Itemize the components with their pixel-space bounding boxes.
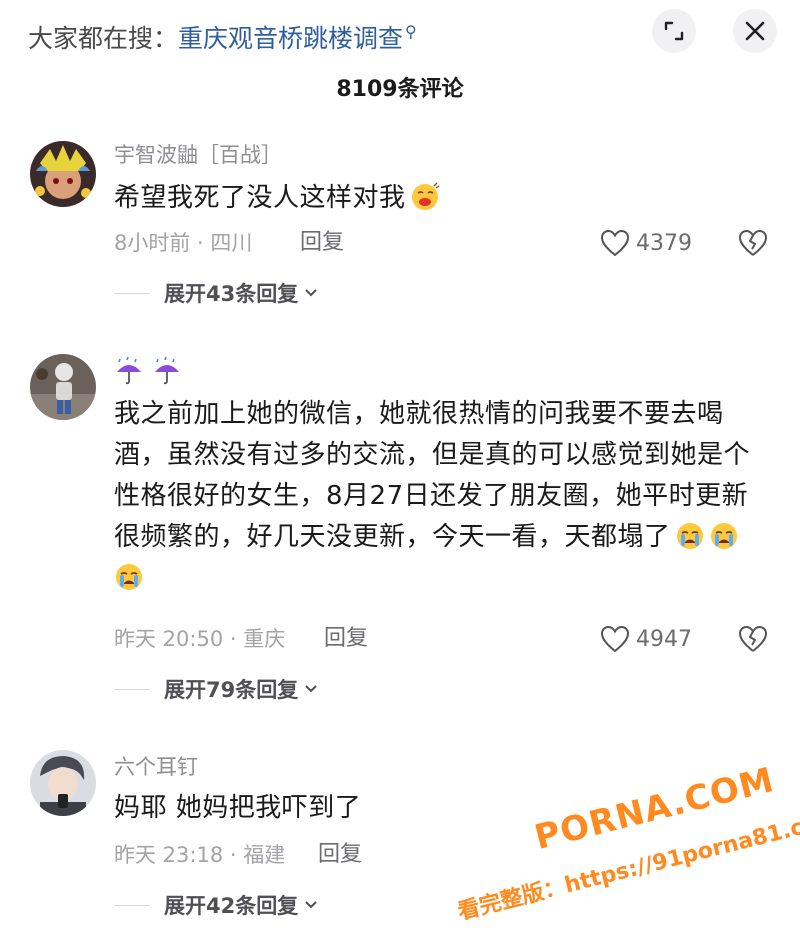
- avatar-image: [30, 141, 96, 207]
- close-button[interactable]: [733, 9, 777, 53]
- like-button[interactable]: 4379: [600, 227, 692, 259]
- expand-replies-label: 展开43条回复: [164, 282, 299, 306]
- comment-text-body: 希望我死了没人这样对我: [114, 183, 406, 213]
- avatar[interactable]: [30, 141, 96, 207]
- umbrella-rain-icon: [155, 356, 179, 385]
- expand-replies-label: 展开42条回复: [164, 894, 299, 918]
- username[interactable]: 宇智波鼬［百战］: [114, 140, 282, 170]
- avatar-image: [30, 354, 96, 420]
- expand-replies-button[interactable]: 展开42条回复: [114, 890, 318, 920]
- comment-meta: 昨天 20:50 · 重庆: [114, 627, 286, 651]
- search-icon: ⚲: [405, 22, 417, 41]
- comment-meta: 昨天 23:18 · 福建: [114, 843, 286, 867]
- comment-meta: 8小时前 · 四川: [114, 231, 253, 255]
- broken-heart-icon[interactable]: [737, 229, 769, 257]
- divider: [114, 688, 150, 690]
- search-prefix: 大家都在搜：: [28, 24, 179, 53]
- divider: [114, 904, 150, 906]
- comment-text-body: 我之前加上她的微信，她就很热情的问我要不要去喝酒，虽然没有过多的交流，但是真的可…: [114, 399, 751, 552]
- comment-count: 8109条评论: [336, 77, 464, 102]
- kiss-emoji-icon: [411, 182, 439, 210]
- username-text: 宇智波鼬［百战: [114, 143, 261, 167]
- avatar[interactable]: [30, 354, 96, 420]
- close-icon: [745, 21, 765, 41]
- expand-replies-label: 展开79条回复: [164, 678, 299, 702]
- comments-page: 大家都在搜：重庆观音桥跳楼调查 ⚲ 8109条评论 宇智波鼬［百战］ 希望我死了…: [0, 0, 800, 937]
- chevron-down-icon: [305, 685, 317, 693]
- search-suggestion[interactable]: 大家都在搜：重庆观音桥跳楼调查 ⚲: [28, 14, 417, 57]
- avatar[interactable]: [30, 750, 96, 816]
- like-button[interactable]: 4947: [600, 623, 692, 655]
- username[interactable]: 六个耳钉: [114, 752, 198, 782]
- umbrella-rain-icon: [117, 356, 141, 385]
- expand-replies-button[interactable]: 展开43条回复: [114, 278, 318, 308]
- expand-button[interactable]: [652, 9, 696, 53]
- search-term-link[interactable]: 重庆观音桥跳楼调查: [178, 24, 403, 53]
- comment-text: 我之前加上她的微信，她就很热情的问我要不要去喝酒，虽然没有过多的交流，但是真的可…: [114, 394, 764, 599]
- avatar-image: [30, 750, 96, 816]
- chevron-down-icon: [305, 901, 317, 909]
- divider: [114, 292, 150, 294]
- like-count: 4947: [636, 626, 692, 652]
- username-emojis[interactable]: [114, 356, 182, 386]
- top-bar: 大家都在搜：重庆观音桥跳楼调查 ⚲: [0, 0, 800, 64]
- comment-item: 宇智波鼬［百战］ 希望我死了没人这样对我 8小时前 · 四川 回复 4379 展…: [0, 136, 800, 316]
- username-suffix: ］: [261, 143, 282, 167]
- heart-icon: [600, 229, 630, 257]
- heart-icon: [600, 625, 630, 653]
- reply-button[interactable]: 回复: [300, 228, 344, 258]
- expand-icon: [664, 21, 684, 41]
- crying-face-icon: [710, 523, 737, 549]
- comment-item: 我之前加上她的微信，她就很热情的问我要不要去喝酒，虽然没有过多的交流，但是真的可…: [0, 350, 800, 710]
- reply-button[interactable]: 回复: [324, 624, 368, 654]
- crying-face-icon: [676, 523, 703, 549]
- reply-button[interactable]: 回复: [318, 840, 362, 870]
- watermark: PORNA.COM 看完整版：https://91porna81.com: [452, 760, 800, 925]
- like-count: 4379: [636, 230, 692, 256]
- comment-text: 希望我死了没人这样对我: [114, 178, 764, 219]
- chevron-down-icon: [305, 289, 317, 297]
- expand-replies-button[interactable]: 展开79条回复: [114, 674, 318, 704]
- crying-face-icon: [116, 564, 142, 590]
- broken-heart-icon[interactable]: [737, 625, 769, 653]
